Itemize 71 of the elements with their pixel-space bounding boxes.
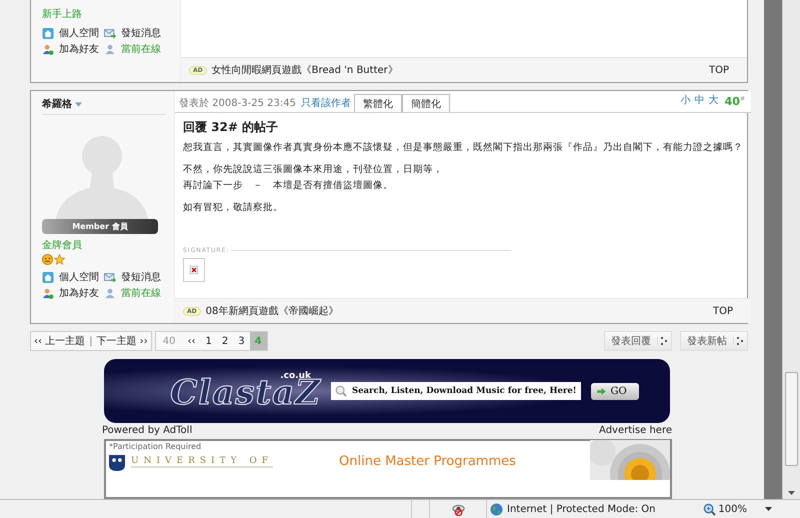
dots-icon (657, 337, 667, 346)
top-link[interactable]: TOP (708, 64, 729, 76)
page-link[interactable]: 1 (200, 332, 217, 350)
security-zone: Internet | Protected Mode: On (507, 504, 656, 514)
globe-icon (490, 502, 503, 516)
powered-by-text: Powered by AdToll (102, 425, 192, 436)
post-text: 再討論下一步 － 本壇是否有擅借盜壇圖像。 (183, 179, 394, 192)
smiley-icon (42, 254, 53, 266)
post-button[interactable]: 發表回覆 (604, 331, 672, 352)
author-name[interactable]: 希羅格 (42, 91, 166, 116)
post-date: 發表於 2008-3-25 23:45 (179, 96, 296, 112)
rank-badge: Member 會員 (42, 219, 158, 234)
page-link[interactable]: 3 (233, 332, 250, 350)
user-icon (104, 44, 116, 54)
font-size-link[interactable]: 中 (694, 93, 705, 112)
home-icon (42, 28, 54, 38)
scrollbar[interactable] (782, 0, 800, 499)
zoom-icon (703, 502, 716, 516)
mail-icon (104, 28, 116, 38)
convert-tab[interactable]: 簡體化 (402, 94, 450, 112)
mail-icon (104, 272, 116, 283)
separator: | (89, 336, 93, 347)
scroll-down-icon[interactable] (788, 491, 796, 495)
convert-tab[interactable]: 繁體化 (354, 94, 402, 112)
thread-nav-link[interactable]: ‹‹ 上一主題 (34, 334, 86, 348)
post-text: 不然，你先說說這三張圖像本來用途，刊登位置，日期等， (183, 163, 444, 176)
profile-link[interactable]: 個人空間 (42, 270, 104, 284)
star-icon (54, 254, 65, 266)
font-size-link[interactable]: 大 (708, 93, 719, 112)
post-title: 回覆 32# 的帖子 (183, 119, 280, 136)
profile-link[interactable]: 發短消息 (104, 26, 174, 40)
post-button[interactable]: 發表新帖 (680, 331, 748, 352)
crest-icon (109, 454, 125, 472)
search-icon (335, 385, 347, 398)
ad-link[interactable]: 08年新網頁遊戲《帝國崛起》 (206, 304, 338, 318)
user-rank: 新手上路 (42, 8, 83, 21)
post-text: 如有冒犯，敬請察批。 (183, 201, 284, 214)
font-size-link[interactable]: 小 (680, 93, 691, 112)
promo-org: UNIVERSITY OF (131, 456, 274, 468)
profile-link[interactable]: 加為好友 (42, 42, 104, 56)
profile-link[interactable]: 個人空間 (42, 26, 104, 40)
dots-icon (733, 337, 743, 346)
page-link[interactable]: 2 (216, 332, 234, 350)
user-icon (104, 288, 116, 299)
page-count: 40 (162, 336, 176, 347)
thread-nav-link[interactable]: 下一主題 ›› (96, 334, 148, 348)
profile-link[interactable]: 發短消息 (104, 270, 174, 284)
arrow-icon (596, 388, 606, 395)
top-link[interactable]: TOP (712, 306, 733, 317)
zoom-control[interactable]: 100% (703, 502, 747, 516)
add-friend-icon (42, 44, 54, 54)
caret-icon (75, 102, 82, 107)
author-only-link[interactable]: 只看該作者 (300, 96, 351, 112)
add-friend-icon (42, 288, 54, 299)
profile-link[interactable]: 加為好友 (42, 286, 104, 300)
ad-link[interactable]: 女性向閒暇網頁遊戲《Bread 'n Butter》 (212, 63, 398, 78)
advertise-link[interactable]: Advertise here (599, 425, 672, 436)
user-rank: 金牌會員 (42, 238, 83, 252)
caret-icon[interactable] (765, 507, 772, 511)
broken-image-icon (183, 258, 205, 282)
first-page-link[interactable]: ‹‹ (182, 332, 200, 350)
go-button[interactable]: GO (590, 382, 639, 400)
privacy-icon (452, 502, 464, 516)
floor-number: 40$^{#}$ (724, 95, 745, 110)
scrollbar-thumb[interactable] (785, 372, 798, 466)
post-text: 恕我直言，其實圖像作者真實身份本應不該懷疑，但是事態嚴重，既然閣下指出那兩張『作品』乃出自閣下，有能力證之據嗎？ (183, 141, 743, 154)
promo-note: *Participation Required (109, 442, 202, 452)
promo-ad[interactable]: *Participation Required UNIVERSITY OF Online Master Programmes (104, 439, 672, 499)
promo-headline: Online Master Programmes (339, 454, 516, 470)
banner-search-field[interactable]: Search, Listen, Download Music for free, Here! (331, 382, 581, 400)
home-icon (42, 272, 54, 283)
